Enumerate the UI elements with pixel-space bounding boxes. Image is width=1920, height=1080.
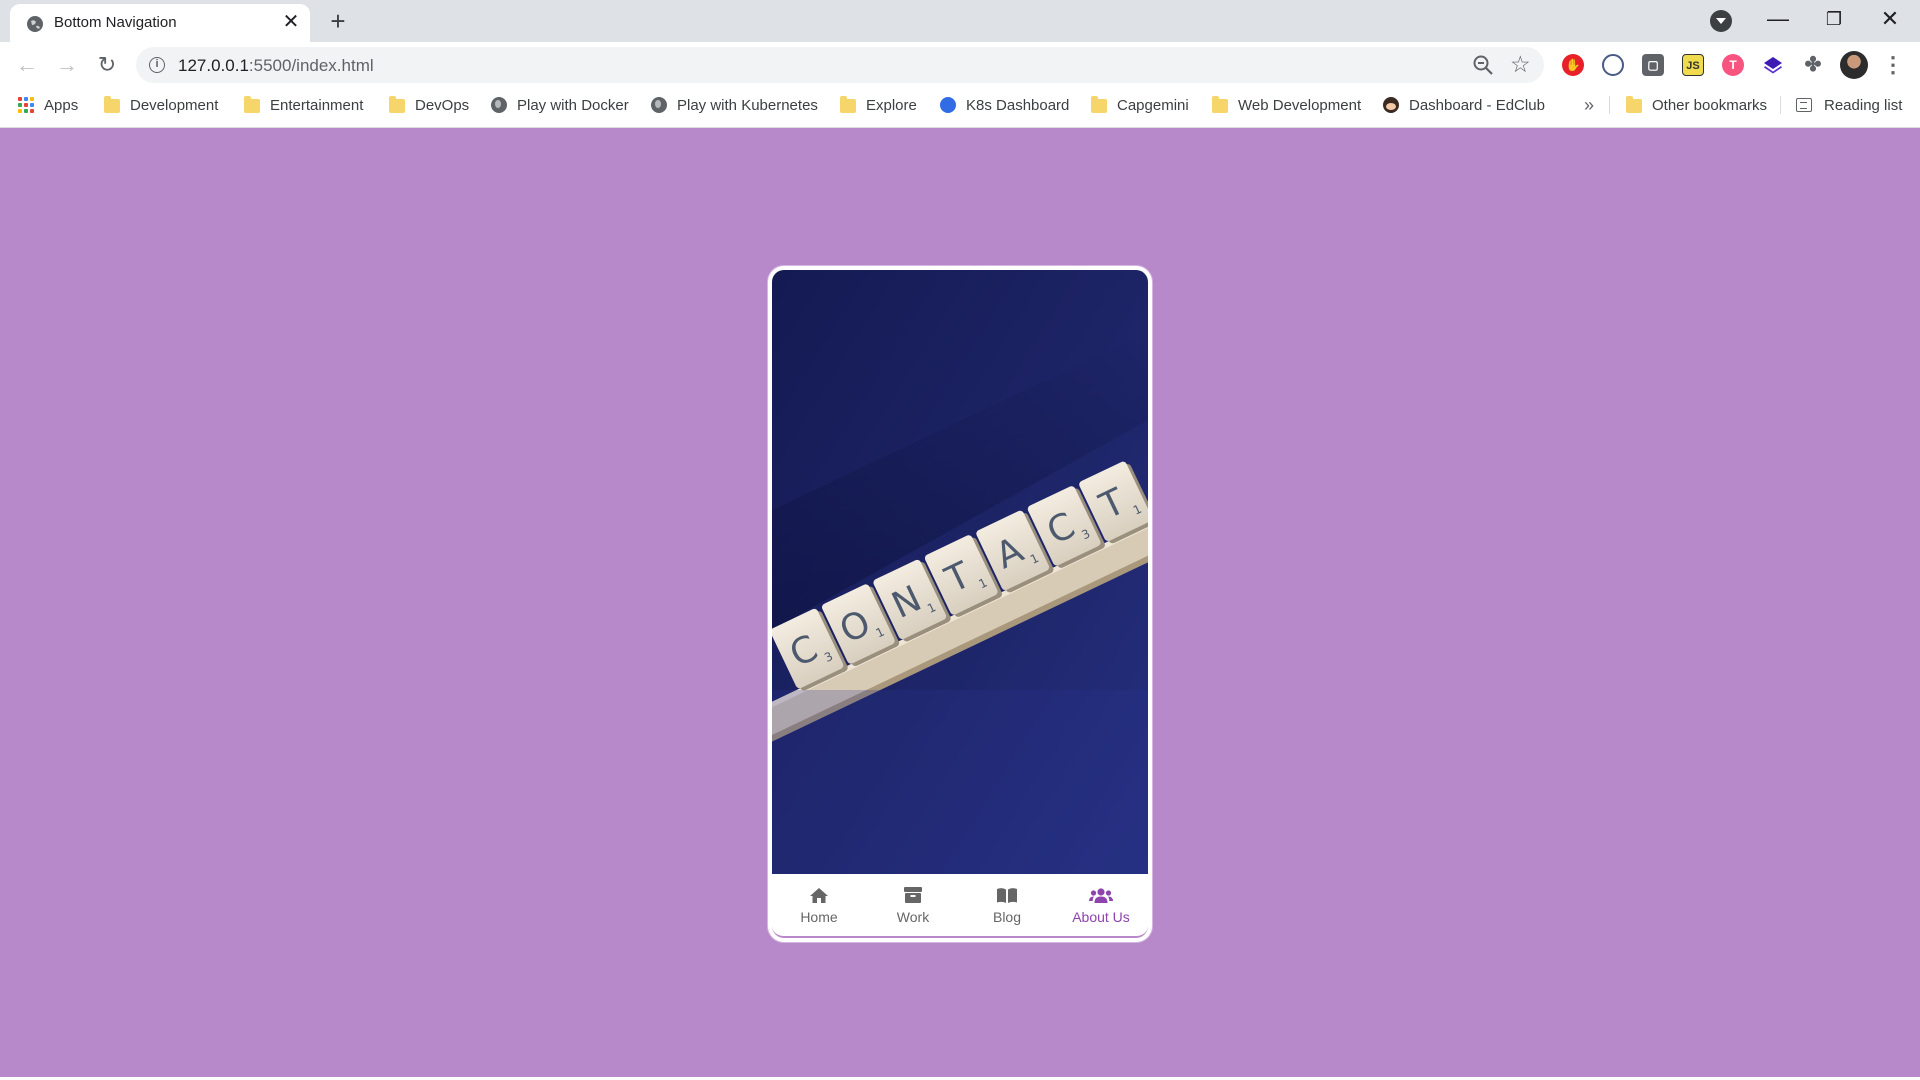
reload-icon[interactable]: ↻ — [92, 50, 122, 80]
url-text[interactable]: 127.0.0.1:5500/index.html — [178, 56, 374, 76]
bookmark-label: Development — [130, 96, 219, 114]
browser-tab[interactable]: Bottom Navigation ✕ — [10, 4, 310, 42]
bookmark-label: Capgemini — [1117, 96, 1189, 114]
reading-list-button[interactable]: Reading list — [1796, 88, 1902, 122]
folder-icon — [1626, 96, 1642, 113]
url-host: 127.0.0.1 — [178, 56, 249, 75]
globe-icon — [491, 97, 507, 113]
js-icon[interactable]: JS — [1682, 54, 1704, 76]
bookmark-label: Apps — [44, 96, 79, 114]
scrabble-contact-image: C3O1N1T 1A1C3T 1 — [772, 270, 1148, 874]
folder-icon — [1212, 96, 1228, 113]
layers-icon[interactable] — [1762, 54, 1784, 76]
bookmark-label: DevOps — [415, 96, 470, 114]
book-icon — [996, 885, 1018, 905]
bookmark-entertainment[interactable]: Entertainment — [244, 88, 363, 122]
bookmarks-divider — [1609, 96, 1610, 114]
bookmark-star-icon[interactable]: ☆ — [1510, 51, 1531, 77]
folder-icon — [104, 96, 120, 113]
bookmark-label: K8s Dashboard — [966, 96, 1070, 114]
restore-icon[interactable]: ❐ — [1806, 0, 1862, 38]
bookmark-other-bookmarks[interactable]: Other bookmarks — [1626, 88, 1767, 122]
content-image: C3O1N1T1A1C3T1 — [772, 270, 1148, 874]
apps-grid-icon — [18, 97, 34, 113]
bookmarks-overflow-icon[interactable]: » — [1584, 88, 1594, 122]
bookmark-explore[interactable]: Explore — [840, 88, 917, 122]
users-icon — [1089, 885, 1113, 905]
nav-home[interactable]: Home — [772, 874, 866, 936]
bookmark-label: Web Development — [1238, 96, 1362, 114]
puzzle-icon[interactable]: ✤ — [1802, 54, 1824, 76]
bookmark-label: Dashboard - EdClub — [1409, 96, 1545, 114]
folder-icon — [244, 96, 260, 113]
nav-work[interactable]: Work — [866, 874, 960, 936]
nav-blog-label: Blog — [992, 909, 1022, 925]
url-path: :5500/index.html — [248, 56, 374, 75]
kubernetes-icon — [940, 97, 956, 113]
minimize-icon[interactable]: — — [1750, 0, 1806, 38]
bookmark-capgemini[interactable]: Capgemini — [1091, 88, 1189, 122]
bookmark-play-with-docker[interactable]: Play with Docker — [491, 88, 629, 122]
tineye-icon[interactable]: T — [1722, 54, 1744, 76]
reading-list-icon — [1796, 98, 1812, 112]
bookmark-web-development[interactable]: Web Development — [1212, 88, 1361, 122]
phone-frame: C3O1N1T1A1C3T1 Home Work Blog About Us — [768, 266, 1152, 942]
nav-about-us-label: About Us — [1072, 909, 1130, 925]
tab-title: Bottom Navigation — [54, 14, 177, 31]
bookmarks-bar: Apps Development Entertainment DevOps Pl… — [0, 88, 1920, 128]
bookmark-k8s-dashboard[interactable]: K8s Dashboard — [940, 88, 1069, 122]
bookmarks-divider — [1780, 96, 1781, 114]
home-icon — [809, 885, 829, 905]
bookmark-devops[interactable]: DevOps — [389, 88, 469, 122]
globe-icon — [651, 97, 667, 113]
site-info-icon[interactable]: i — [149, 57, 165, 73]
reading-list-label: Reading list — [1824, 96, 1903, 114]
address-bar[interactable]: i 127.0.0.1:5500/index.html ☆ — [136, 47, 1544, 83]
tab-close-icon[interactable]: ✕ — [280, 11, 302, 33]
bookmark-label: Other bookmarks — [1652, 96, 1768, 114]
profile-avatar[interactable] — [1840, 51, 1868, 79]
bookmark-development[interactable]: Development — [104, 88, 218, 122]
nav-blog[interactable]: Blog — [960, 874, 1054, 936]
tab-strip: Bottom Navigation ✕ + — ❐ ✕ — [0, 0, 1920, 42]
browser-toolbar: ← → ↻ i 127.0.0.1:5500/index.html ☆ ✋ ▢ … — [0, 42, 1920, 88]
nav-about-us[interactable]: About Us — [1054, 874, 1148, 936]
bookmark-label: Entertainment — [270, 96, 364, 114]
menu-icon[interactable]: ⋮ — [1882, 50, 1904, 80]
folder-icon — [840, 96, 856, 113]
new-tab-icon[interactable]: + — [322, 6, 354, 36]
window-close-icon[interactable]: ✕ — [1862, 0, 1918, 38]
back-icon[interactable]: ← — [12, 50, 42, 80]
bookmark-dashboard-edclub[interactable]: Dashboard - EdClub — [1383, 88, 1545, 122]
globe-icon — [27, 16, 43, 32]
folder-icon — [389, 96, 405, 113]
bookmark-apps[interactable]: Apps — [18, 88, 78, 122]
adblock-icon[interactable]: ✋ — [1562, 54, 1584, 76]
folder-icon — [1091, 96, 1107, 113]
block-icon[interactable] — [1602, 54, 1624, 76]
bottom-navigation: Home Work Blog About Us — [772, 874, 1148, 938]
edclub-icon — [1383, 97, 1399, 113]
bookmark-label: Play with Kubernetes — [677, 96, 818, 114]
bookmark-label: Explore — [866, 96, 917, 114]
nav-home-label: Home — [800, 909, 838, 925]
zoom-out-icon[interactable] — [1472, 54, 1494, 76]
screenshot-icon[interactable]: ▢ — [1642, 54, 1664, 76]
briefcase-icon — [903, 885, 923, 905]
bookmark-play-with-kubernetes[interactable]: Play with Kubernetes — [651, 88, 818, 122]
bookmark-label: Play with Docker — [517, 96, 629, 114]
forward-icon[interactable]: → — [52, 50, 82, 80]
tab-search-icon[interactable] — [1710, 10, 1732, 32]
nav-work-label: Work — [896, 909, 930, 925]
